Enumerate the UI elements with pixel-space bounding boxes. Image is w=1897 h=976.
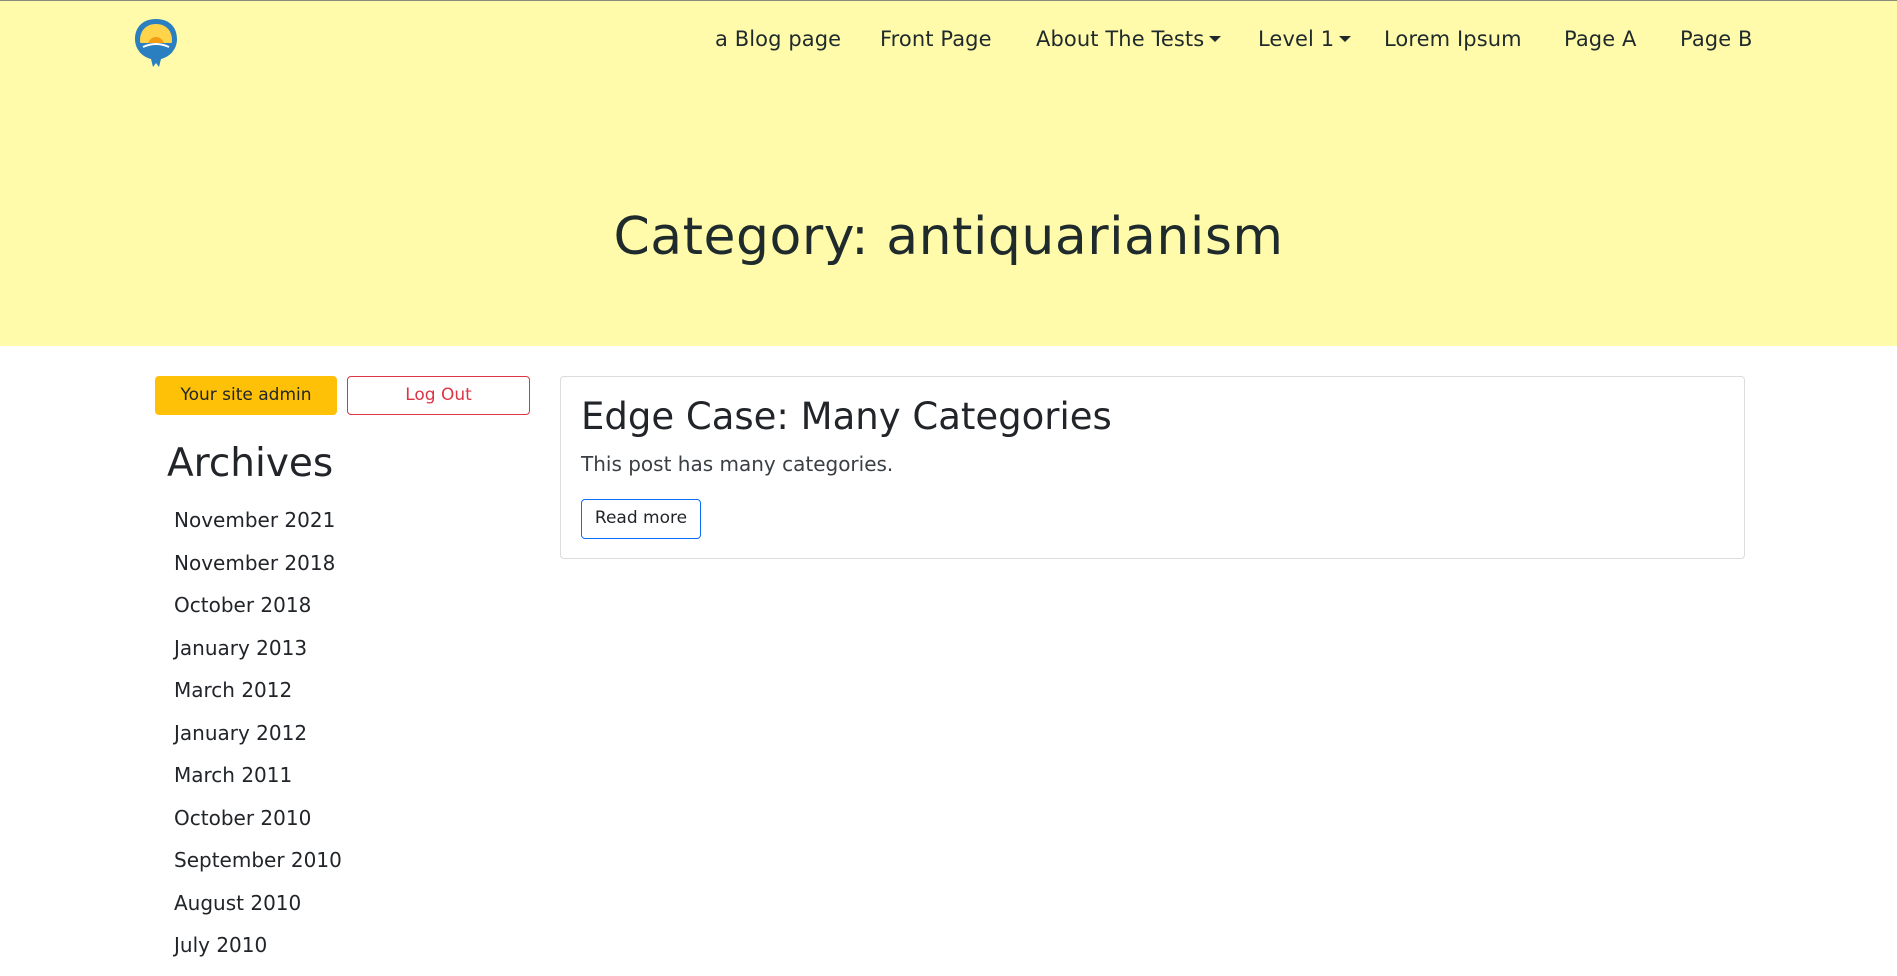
archive-link[interactable]: October 2018 <box>174 593 342 636</box>
nav-item-about-the-tests[interactable]: About The Tests <box>1036 27 1222 51</box>
archive-link[interactable]: September 2010 <box>174 848 342 891</box>
nav-item-label: About The Tests <box>1036 27 1205 51</box>
nav-item-lorem-ipsum[interactable]: Lorem Ipsum <box>1384 27 1522 51</box>
nav-item-page-a[interactable]: Page A <box>1564 27 1636 51</box>
archive-link[interactable]: November 2021 <box>174 508 342 551</box>
post-excerpt: This post has many categories. <box>581 452 894 476</box>
archives-heading: Archives <box>167 441 334 486</box>
site-header: a Blog page Front Page About The Tests L… <box>0 1 1897 346</box>
nav-item-label: Level 1 <box>1258 27 1335 51</box>
nav-item-page-b[interactable]: Page B <box>1680 27 1753 51</box>
nav-item-front-page[interactable]: Front Page <box>880 27 992 51</box>
archives-list: November 2021 November 2018 October 2018… <box>174 508 342 976</box>
nav-item-label: Front Page <box>880 27 992 51</box>
archive-link[interactable]: March 2012 <box>174 678 342 721</box>
caret-down-icon <box>1339 36 1352 42</box>
archive-link[interactable]: July 2010 <box>174 933 342 976</box>
site-admin-button[interactable]: Your site admin <box>155 376 337 415</box>
nav-item-blog-page[interactable]: a Blog page <box>715 27 841 51</box>
archive-link[interactable]: October 2010 <box>174 806 342 849</box>
nav-item-label: a Blog page <box>715 27 842 51</box>
archive-link[interactable]: August 2010 <box>174 891 342 934</box>
nav-item-label: Page A <box>1564 27 1637 51</box>
post-card: Edge Case: Many Categories This post has… <box>560 376 1745 559</box>
archive-link[interactable]: January 2013 <box>174 636 342 679</box>
main-nav: a Blog page Front Page About The Tests L… <box>0 27 1897 57</box>
archive-link[interactable]: January 2012 <box>174 721 342 764</box>
archive-link[interactable]: November 2018 <box>174 551 342 594</box>
read-more-button[interactable]: Read more <box>581 499 701 539</box>
nav-item-label: Page B <box>1680 27 1753 51</box>
page-title: Category: antiquarianism <box>613 207 1284 267</box>
nav-item-label: Lorem Ipsum <box>1384 27 1522 51</box>
post-title[interactable]: Edge Case: Many Categories <box>581 395 1112 438</box>
caret-down-icon <box>1209 36 1222 42</box>
nav-item-level-1[interactable]: Level 1 <box>1258 27 1352 51</box>
archive-link[interactable]: March 2011 <box>174 763 342 806</box>
log-out-button[interactable]: Log Out <box>347 376 530 415</box>
